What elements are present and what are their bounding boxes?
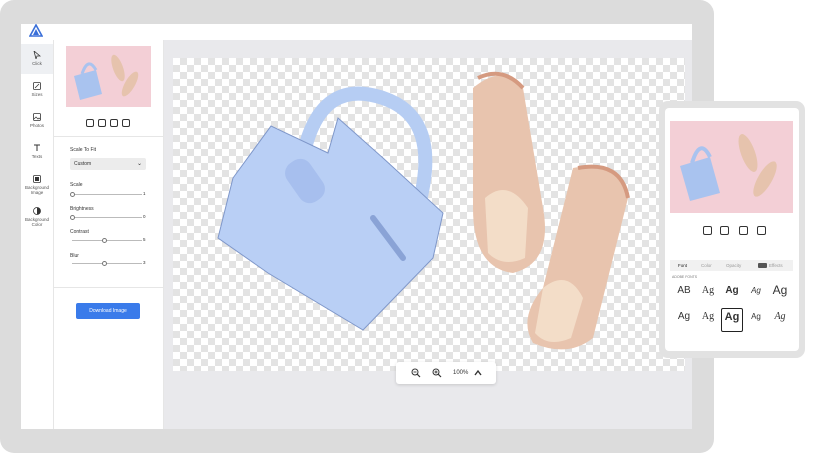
flip-tool-icon[interactable] xyxy=(110,119,118,127)
font-sample[interactable]: Ag xyxy=(674,310,694,332)
scale-value: 1 xyxy=(143,191,146,196)
brightness-slider[interactable] xyxy=(70,215,142,220)
rail-item-label: Background Image xyxy=(24,185,50,195)
contrast-label: Contrast xyxy=(70,229,89,235)
slider-knob[interactable] xyxy=(70,215,75,220)
blur-slider[interactable] xyxy=(72,261,142,266)
bg-color-icon xyxy=(33,207,41,215)
effects-badge xyxy=(758,263,767,268)
rail-item-label: Texts xyxy=(31,154,43,159)
rail-item-background-image[interactable]: Background Image xyxy=(21,168,53,202)
mobile-image-preview[interactable] xyxy=(670,121,793,213)
text-icon xyxy=(34,144,40,151)
delete-tool-icon[interactable] xyxy=(122,119,130,127)
cursor-icon xyxy=(33,51,41,59)
rail-item-label: Background Color xyxy=(24,217,50,227)
slider-knob[interactable] xyxy=(70,192,75,197)
font-sample-selected[interactable]: Ag xyxy=(721,308,743,332)
chevron-up-icon[interactable] xyxy=(473,368,483,378)
brightness-label: Brightness xyxy=(70,206,94,212)
scale-label: Scale xyxy=(70,182,83,188)
divider xyxy=(54,136,163,137)
zoom-toolbar: 100% xyxy=(396,362,496,384)
divider xyxy=(54,287,163,288)
chevron-down-icon: ⌄ xyxy=(136,161,142,167)
contrast-slider[interactable] xyxy=(72,238,142,243)
font-sample[interactable]: Ag xyxy=(770,284,790,306)
crop-tool-icon[interactable] xyxy=(86,119,94,127)
blur-value: 3 xyxy=(143,260,146,265)
scale-to-fit-label: Scale To Fit xyxy=(70,147,97,153)
font-sample[interactable]: Ag xyxy=(698,310,718,332)
scale-to-fit-select[interactable]: Custom ⌄ xyxy=(70,158,146,170)
mobile-crop-icon[interactable] xyxy=(703,226,712,235)
rail-item-photos[interactable]: Photos xyxy=(21,106,53,136)
download-image-button[interactable]: Download Image xyxy=(76,303,140,319)
scale-slider[interactable] xyxy=(70,192,142,197)
tool-rail: Click Sizes Photos Texts Background Imag… xyxy=(21,40,54,429)
mobile-delete-icon[interactable] xyxy=(757,226,766,235)
rail-item-background-color[interactable]: Background Color xyxy=(21,200,53,234)
image-icon xyxy=(33,113,41,121)
rail-item-label: Sizes xyxy=(31,92,43,97)
mobile-flip-icon[interactable] xyxy=(739,226,748,235)
logo-triangle-icon xyxy=(29,24,43,37)
rail-item-click[interactable]: Click xyxy=(21,44,53,74)
slider-knob[interactable] xyxy=(101,238,107,243)
blur-label: Blur xyxy=(70,253,79,259)
rail-item-texts[interactable]: Texts xyxy=(21,137,53,167)
editing-canvas[interactable] xyxy=(173,58,685,371)
resize-icon xyxy=(33,82,41,90)
contrast-value: 5 xyxy=(143,237,146,242)
tab-color[interactable]: Color xyxy=(701,260,712,271)
brightness-value: 0 xyxy=(143,214,146,219)
bg-image-icon xyxy=(33,175,41,183)
rail-item-label: Photos xyxy=(29,123,44,128)
rail-item-sizes[interactable]: Sizes xyxy=(21,75,53,105)
scale-to-fit-value: Custom xyxy=(74,161,92,167)
adobe-fonts-heading: ADOBE FONTS xyxy=(672,275,698,279)
frame-tool-icon[interactable] xyxy=(98,119,106,127)
canvas-picture xyxy=(217,71,630,350)
zoom-out-icon[interactable] xyxy=(411,368,421,378)
mobile-tab-bar: Font Color Opacity Effects xyxy=(670,260,793,271)
font-sample[interactable]: Ag xyxy=(698,284,718,306)
font-sample[interactable]: Ag xyxy=(770,310,790,332)
font-sample[interactable]: Ag xyxy=(746,310,766,332)
mobile-frame-icon[interactable] xyxy=(720,226,729,235)
font-sample[interactable]: Ag xyxy=(722,284,742,306)
zoom-level: 100% xyxy=(453,370,469,376)
font-sample[interactable]: AB xyxy=(674,284,694,306)
thumbnail-picture xyxy=(74,54,139,100)
slider-knob[interactable] xyxy=(101,261,107,266)
zoom-in-icon[interactable] xyxy=(432,368,442,378)
mobile-preview-picture xyxy=(680,134,777,201)
tab-font[interactable]: Font xyxy=(678,260,687,271)
rail-item-label: Click xyxy=(32,61,42,66)
tab-effects[interactable]: Effects xyxy=(769,260,783,271)
image-thumbnail[interactable] xyxy=(66,46,151,107)
font-sample[interactable]: Ag xyxy=(746,284,766,306)
tab-opacity[interactable]: Opacity xyxy=(726,260,741,271)
